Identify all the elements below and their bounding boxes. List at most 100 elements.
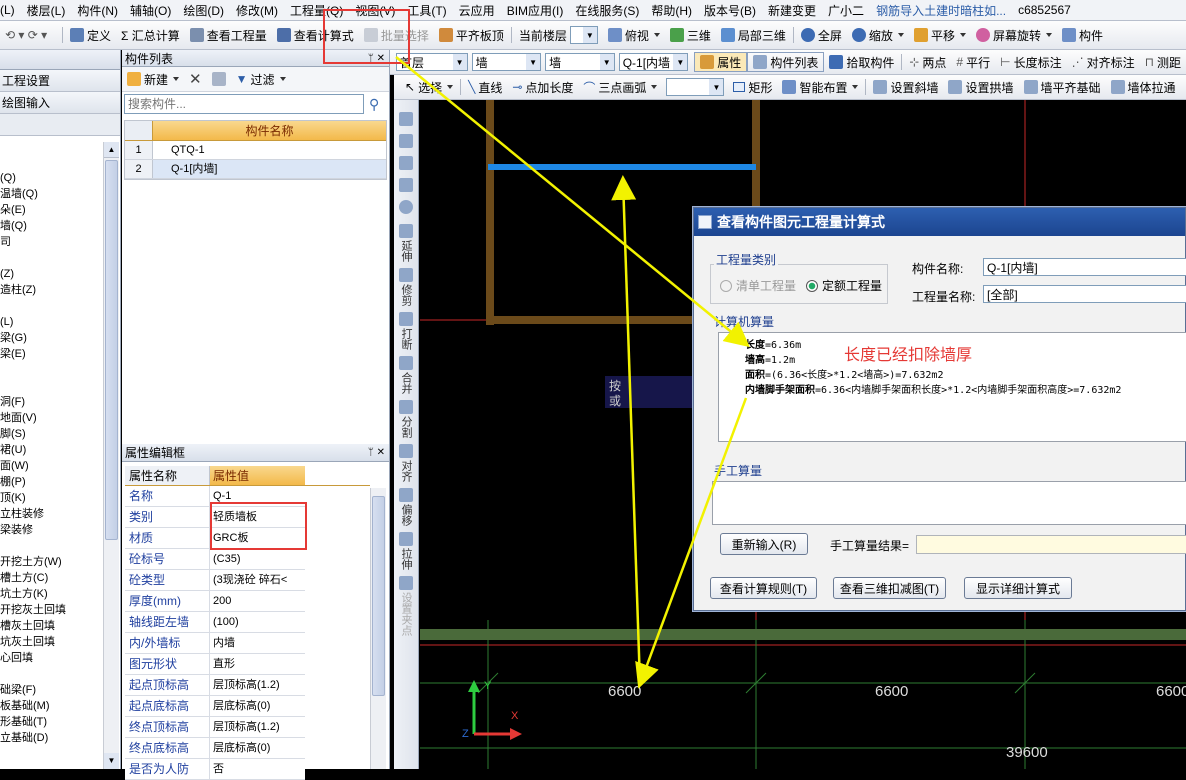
component-list-toggle[interactable]: 构件列表 [747, 52, 825, 72]
tree-scrollbar[interactable]: ▲ ▼ [103, 142, 119, 769]
menu-item[interactable]: 云应用 [453, 2, 501, 19]
rotate-tool-icon[interactable] [399, 200, 413, 214]
property-value[interactable]: 层顶标高(1.2) [210, 675, 305, 695]
tree-item[interactable]: 司 [0, 234, 104, 250]
menu-item[interactable]: 广小二 [822, 2, 870, 19]
tree-item[interactable]: (Q) [0, 170, 104, 186]
tree-item[interactable]: 裙(U) [0, 442, 104, 458]
tree-item[interactable] [0, 250, 104, 266]
property-scrollbar[interactable] [370, 488, 386, 769]
pick-component-button[interactable]: 拾取构件 [824, 50, 899, 74]
tree-item[interactable]: (Z) [0, 266, 104, 282]
menu-item[interactable]: 楼层(L) [21, 2, 72, 19]
three-point-arc-button[interactable]: ⌒ 三点画弧 [578, 75, 662, 99]
nav-drawing-input[interactable]: 绘图输入 [0, 92, 120, 114]
radio-list-qty[interactable]: 清单工程量 [720, 277, 796, 294]
tree-item[interactable]: 心回填 [0, 650, 104, 666]
menu-item[interactable]: BIM应用(I) [501, 2, 570, 19]
property-row[interactable]: 内/外墙标 内墙 [125, 633, 305, 654]
filter-button[interactable]: ▼ 过滤 [231, 67, 291, 91]
vtool-button[interactable]: 对齐 [394, 444, 418, 482]
property-value[interactable]: 200 [210, 591, 305, 611]
tree-item[interactable]: 坑土方(K) [0, 586, 104, 602]
show-detail-formula-button[interactable]: 显示详细计算式 [964, 577, 1072, 599]
tree-item[interactable] [0, 538, 104, 554]
tree-item[interactable]: 立基础(D) [0, 730, 104, 746]
nav-project-settings[interactable]: 工程设置 [0, 70, 120, 92]
tree-item[interactable]: 槽灰土回填 [0, 618, 104, 634]
tree-item[interactable]: (L) [0, 314, 104, 330]
vtool-button[interactable]: 修剪 [394, 268, 418, 306]
length-mark-button[interactable]: ⊢ 长度标注 [995, 50, 1066, 74]
tree-item[interactable]: 槽土方(C) [0, 570, 104, 586]
table-row[interactable]: 1 QTQ-1 [125, 141, 386, 160]
menu-item[interactable]: 钢筋导入土建时暗柱如... [870, 2, 1012, 19]
property-value[interactable]: (100) [210, 612, 305, 632]
rotate-button[interactable]: 屏幕旋转 [971, 21, 1057, 49]
align-mark-button[interactable]: ⋰ 对齐标注 [1067, 50, 1140, 74]
qty-name-field[interactable]: [全部] [983, 285, 1186, 303]
component-button[interactable]: 构件 [1057, 21, 1108, 49]
tree-item[interactable]: 础梁(F) [0, 682, 104, 698]
tree-item[interactable]: 朵(E) [0, 202, 104, 218]
property-value[interactable]: 层顶标高(1.2) [210, 717, 305, 737]
copy-icon[interactable] [207, 67, 231, 91]
menu-item[interactable]: 在线服务(S) [569, 2, 645, 19]
property-row[interactable]: 厚度(mm) 200 [125, 591, 305, 612]
measure-button[interactable]: ⊓ 测距 [1140, 50, 1186, 74]
tree-item[interactable] [0, 666, 104, 682]
pin-icon[interactable]: ᛘ ✕ [364, 447, 389, 458]
type-combo-2[interactable]: 墙 ▼ [545, 53, 615, 71]
property-row[interactable]: 图元形状 直形 [125, 654, 305, 675]
property-row[interactable]: 终点底标高 层底标高(0) [125, 738, 305, 759]
tree-item[interactable]: 开挖灰土回填 [0, 602, 104, 618]
menu-item[interactable]: (L) [0, 3, 21, 17]
slope-wall-button[interactable]: 设置斜墙 [868, 75, 943, 99]
property-row[interactable]: 轴线距左墙 (100) [125, 612, 305, 633]
menu-item[interactable]: 绘图(D) [177, 2, 230, 19]
undo-button[interactable]: ⟲ ▾ ⟳ ▾ [0, 21, 60, 49]
arch-wall-button[interactable]: 设置拱墙 [943, 75, 1018, 99]
tree-item[interactable]: 梁(E) [0, 346, 104, 362]
vtool-button[interactable]: 延伸 [394, 224, 418, 262]
brush-icon[interactable] [399, 112, 413, 126]
search-icon[interactable]: ⚲ [369, 96, 379, 113]
menu-item[interactable]: 辅轴(O) [124, 2, 177, 19]
property-value[interactable]: 内墙 [210, 633, 305, 653]
tree-item[interactable]: 脚(S) [0, 426, 104, 442]
property-row[interactable]: 是否为人防否 [125, 759, 305, 780]
tree-item[interactable]: 立柱装修 [0, 506, 104, 522]
menu-item[interactable]: 帮助(H) [645, 2, 698, 19]
tree-item[interactable]: 梁装修 [0, 522, 104, 538]
property-row[interactable]: 起点底标高 层底标高(0) [125, 696, 305, 717]
reinput-button[interactable]: 重新输入(R) [720, 533, 808, 555]
property-value[interactable]: 层底标高(0) [210, 696, 305, 716]
tree-item[interactable]: 墙(Q) [0, 218, 104, 234]
menu-item[interactable]: c6852567 [1012, 3, 1077, 17]
sum-button[interactable]: Σ 汇总计算 [116, 21, 185, 49]
flat-slab-button[interactable]: 平齐板顶 [434, 21, 509, 49]
select-button[interactable]: ↖ 选择 [400, 75, 458, 99]
scroll-down-icon[interactable]: ▼ [104, 753, 119, 769]
vtool-button[interactable]: 分割 [394, 400, 418, 438]
manual-qty-input[interactable] [712, 481, 1186, 525]
define-button[interactable]: 定义 [65, 21, 116, 49]
tree-item[interactable]: 形基础(T) [0, 714, 104, 730]
property-value[interactable]: 直形 [210, 654, 305, 674]
attribute-button[interactable]: 属性 [694, 52, 748, 72]
menu-item[interactable]: 新建变更 [762, 2, 822, 19]
tree-item[interactable]: 地面(V) [0, 410, 104, 426]
tree-item[interactable]: 造柱(Z) [0, 282, 104, 298]
line-button[interactable]: ╲ 直线 [463, 75, 507, 99]
vtool-button[interactable]: 偏移 [394, 488, 418, 526]
view-3d-deduction-button[interactable]: 查看三维扣减图(T) [833, 577, 946, 599]
vtool-button[interactable]: 合并 [394, 356, 418, 394]
view-rules-button[interactable]: 查看计算规则(T) [710, 577, 817, 599]
vtool-button[interactable]: 设置夹点 [394, 576, 418, 636]
point-length-button[interactable]: ⊸ 点加长度 [507, 75, 578, 99]
wall-base-button[interactable]: 墙平齐基础 [1019, 75, 1106, 99]
tree-item[interactable]: 坑灰土回填 [0, 634, 104, 650]
wall-pull-button[interactable]: 墙体拉通 [1106, 75, 1181, 99]
property-row[interactable]: 砼标号 (C35) [125, 549, 305, 570]
tree-item[interactable]: 洞(F) [0, 394, 104, 410]
